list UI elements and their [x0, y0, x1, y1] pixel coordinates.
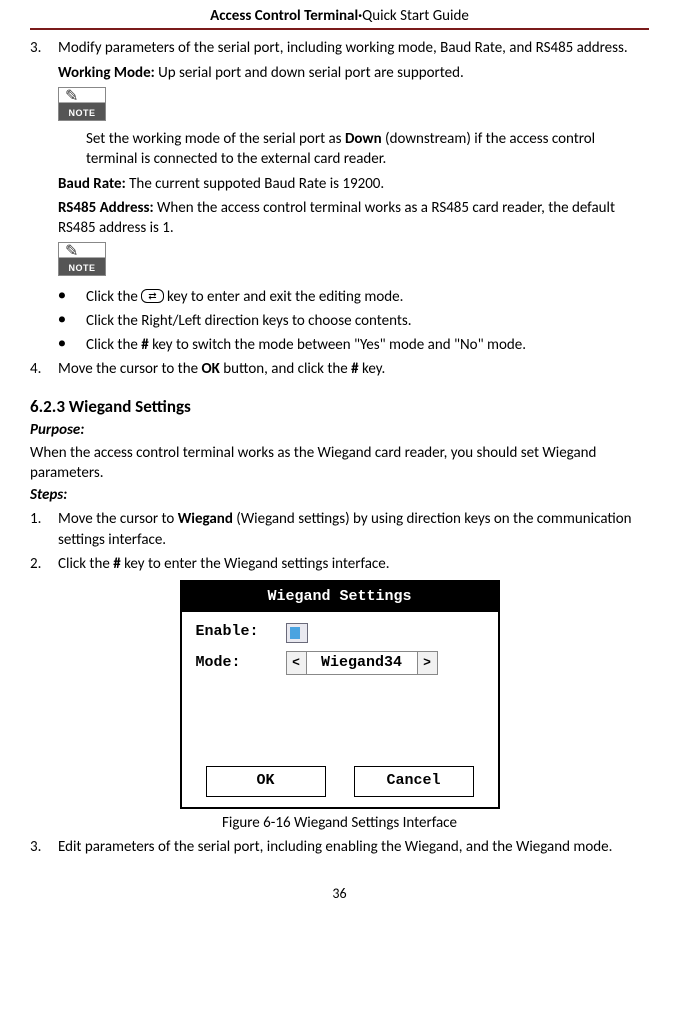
note-1-text: Set the working mode of the serial port …: [86, 129, 649, 170]
bullet-dot: ●: [58, 311, 86, 331]
mode-selector: < Wiegand34 >: [286, 651, 438, 675]
dialog-body: Enable: Mode: < Wiegand34 >: [182, 612, 498, 762]
enable-checkbox[interactable]: [286, 623, 308, 643]
step-4-num: 4.: [30, 359, 58, 379]
wiegand-step-1: 1. Move the cursor to Wiegand (Wiegand s…: [30, 509, 649, 550]
header-light: Quick Start Guide: [362, 7, 469, 25]
page-header: Access Control Terminal·Quick Start Guid…: [30, 0, 649, 30]
step-3-num: 3.: [30, 38, 58, 58]
enable-label: Enable:: [196, 622, 276, 642]
working-mode-label: Working Mode:: [58, 64, 155, 82]
mode-label: Mode:: [196, 653, 276, 673]
bullet-1: ● Click the ⇄ key to enter and exit the …: [58, 287, 649, 307]
mode-row: Mode: < Wiegand34 >: [196, 651, 484, 675]
section-heading: 6.2.3 Wiegand Settings: [30, 396, 649, 419]
bullet-dot: ●: [58, 287, 86, 307]
wiegand-dialog: Wiegand Settings Enable: Mode: < Wiegand…: [180, 580, 500, 809]
dialog-title: Wiegand Settings: [182, 582, 498, 612]
step-4: 4. Move the cursor to the OK button, and…: [30, 359, 649, 379]
baud-rate-line: Baud Rate: The current suppoted Baud Rat…: [58, 174, 649, 194]
enable-row: Enable:: [196, 622, 484, 642]
purpose-label: Purpose:: [30, 420, 649, 440]
wiegand-step-3: 3. Edit parameters of the serial port, i…: [30, 837, 649, 857]
mode-prev-button[interactable]: <: [287, 652, 307, 674]
bullet-dot: ●: [58, 335, 86, 355]
page-number: 36: [30, 885, 649, 904]
header-bold: Access Control Terminal: [210, 7, 358, 25]
note-icon: [58, 242, 106, 276]
baud-rate-text: The current suppoted Baud Rate is 19200.: [126, 175, 384, 193]
wiegand-step-2: 2. Click the # key to enter the Wiegand …: [30, 554, 649, 574]
cancel-button[interactable]: Cancel: [354, 766, 474, 796]
wiegand-dialog-figure: Wiegand Settings Enable: Mode: < Wiegand…: [30, 580, 649, 809]
ok-button[interactable]: OK: [206, 766, 326, 796]
purpose-text: When the access control terminal works a…: [30, 443, 649, 484]
step-3: 3. Modify parameters of the serial port,…: [30, 38, 649, 58]
mode-next-button[interactable]: >: [417, 652, 437, 674]
mode-value: Wiegand34: [307, 652, 417, 674]
step-3-text: Modify parameters of the serial port, in…: [58, 38, 649, 58]
edit-key-icon: ⇄: [141, 289, 163, 303]
note-icon: [58, 87, 106, 121]
dialog-buttons: OK Cancel: [182, 762, 498, 806]
rs485-line: RS485 Address: When the access control t…: [58, 198, 649, 239]
rs485-label: RS485 Address:: [58, 199, 154, 217]
bullet-2: ● Click the Right/Left direction keys to…: [58, 311, 649, 331]
working-mode-line: Working Mode: Up serial port and down se…: [58, 63, 649, 83]
steps-label: Steps:: [30, 485, 649, 505]
baud-rate-label: Baud Rate:: [58, 175, 126, 193]
bullet-3: ● Click the # key to switch the mode bet…: [58, 335, 649, 355]
working-mode-text: Up serial port and down serial port are …: [155, 64, 464, 82]
figure-caption: Figure 6-16 Wiegand Settings Interface: [30, 813, 649, 833]
